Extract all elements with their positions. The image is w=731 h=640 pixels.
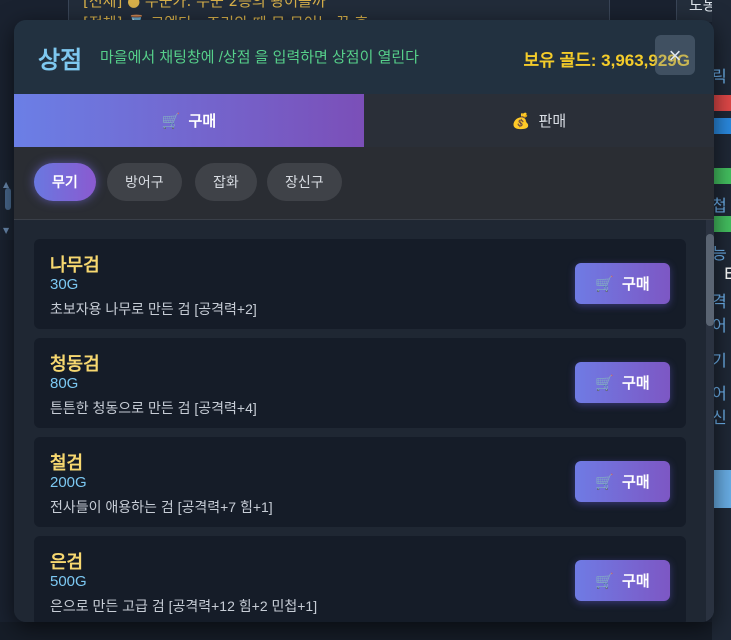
item-description: 초보자용 나무로 만든 검 [공격력+2] xyxy=(50,301,257,317)
side-text: 기 xyxy=(712,351,727,370)
cart-icon: 🛒 xyxy=(595,572,615,590)
item-price: 80G xyxy=(50,375,79,392)
shop-item: 철검 200G 전사들이 애용하는 검 [공격력+7 힘+1] 🛒 구매 xyxy=(34,437,686,527)
side-text: 격 xyxy=(712,292,727,311)
close-button[interactable]: × xyxy=(655,35,695,75)
category-accessory[interactable]: 장신구 xyxy=(267,163,342,201)
item-description: 전사들이 애용하는 검 [공격력+7 힘+1] xyxy=(50,499,273,515)
shop-item: 나무검 30G 초보자용 나무로 만든 검 [공격력+2] 🛒 구매 xyxy=(34,239,686,329)
buy-label: 구매 xyxy=(622,573,650,590)
item-description: 은으로 만든 고급 검 [공격력+12 힘+2 민첩+1] xyxy=(50,598,318,614)
side-text: 어 xyxy=(712,384,727,403)
cart-icon: 🛒 xyxy=(595,374,615,392)
item-description: 튼튼한 청동으로 만든 검 [공격력+4] xyxy=(50,400,257,416)
item-name: 철검 xyxy=(50,453,84,473)
side-text: 릭 xyxy=(712,67,727,86)
shop-header: 상점 마을에서 채팅창에 /상점 을 입력하면 상점이 열린다 보유 골드: 3… xyxy=(14,20,714,95)
category-misc[interactable]: 잡화 xyxy=(195,163,257,201)
left-scrollbar-thumb[interactable] xyxy=(5,188,11,210)
shop-tabs: 🛒 구매 💰 판매 xyxy=(14,94,714,147)
shop-title: 상점 xyxy=(38,47,83,74)
cart-icon: 🛒 xyxy=(595,275,615,293)
side-panel: 릭 첩 능 E 격 어 기 어 신 xyxy=(712,0,731,640)
category-armor[interactable]: 방어구 xyxy=(107,163,182,201)
shop-hint: 마을에서 채팅창에 /상점 을 입력하면 상점이 열린다 xyxy=(100,49,419,66)
item-list: 나무검 30G 초보자용 나무로 만든 검 [공격력+2] 🛒 구매 청동검 8… xyxy=(14,220,714,622)
buy-button[interactable]: 🛒 구매 xyxy=(575,362,670,403)
side-button[interactable] xyxy=(712,470,731,508)
buy-button[interactable]: 🛒 구매 xyxy=(575,461,670,502)
chat-line: [전체] ● 누군가: 누군 2층의 광어를까 xyxy=(83,0,326,10)
category-weapon[interactable]: 무기 xyxy=(34,163,96,201)
side-text: 어 xyxy=(712,316,727,335)
tab-sell[interactable]: 💰 판매 xyxy=(364,94,714,147)
tab-label: 구매 xyxy=(188,113,217,130)
side-text: 첩 xyxy=(712,196,727,215)
tab-label: 판매 xyxy=(538,113,567,130)
hp-bar xyxy=(712,95,731,111)
exp-bar xyxy=(712,168,731,184)
shop-modal: 상점 마을에서 채팅창에 /상점 을 입력하면 상점이 열린다 보유 골드: 3… xyxy=(14,20,714,622)
side-text: 능 xyxy=(712,244,727,263)
item-name: 은검 xyxy=(50,552,84,572)
cart-icon: 🛒 xyxy=(595,473,615,491)
item-price: 30G xyxy=(50,276,79,293)
left-scroll-area: ▲ ▼ xyxy=(0,170,14,240)
list-scrollbar-thumb[interactable] xyxy=(706,234,714,326)
item-price: 500G xyxy=(50,573,87,590)
buy-button[interactable]: 🛒 구매 xyxy=(575,263,670,304)
money-bag-icon: 💰 xyxy=(511,112,531,130)
buy-button[interactable]: 🛒 구매 xyxy=(575,560,670,601)
shop-item: 은검 500G 은으로 만든 고급 검 [공격력+12 힘+2 민첩+1] 🛒 … xyxy=(34,536,686,622)
item-price: 200G xyxy=(50,474,87,491)
side-text: 신 xyxy=(712,408,727,427)
tab-buy[interactable]: 🛒 구매 xyxy=(14,94,364,147)
cart-icon: 🛒 xyxy=(161,112,181,130)
mp-bar xyxy=(712,118,731,134)
shop-item: 청동검 80G 튼튼한 청동으로 만든 검 [공격력+4] 🛒 구매 xyxy=(34,338,686,428)
close-icon: × xyxy=(668,43,682,68)
buy-label: 구매 xyxy=(622,375,650,392)
category-filter: 무기 방어구 잡화 장신구 xyxy=(14,147,714,220)
side-text: E xyxy=(724,264,731,283)
stat-bar xyxy=(712,216,731,232)
buy-label: 구매 xyxy=(622,474,650,491)
item-name: 청동검 xyxy=(50,354,100,374)
buy-label: 구매 xyxy=(622,276,650,293)
scroll-down-icon[interactable]: ▼ xyxy=(3,226,9,235)
item-name: 나무검 xyxy=(50,255,100,275)
bottom-bar xyxy=(0,622,712,640)
